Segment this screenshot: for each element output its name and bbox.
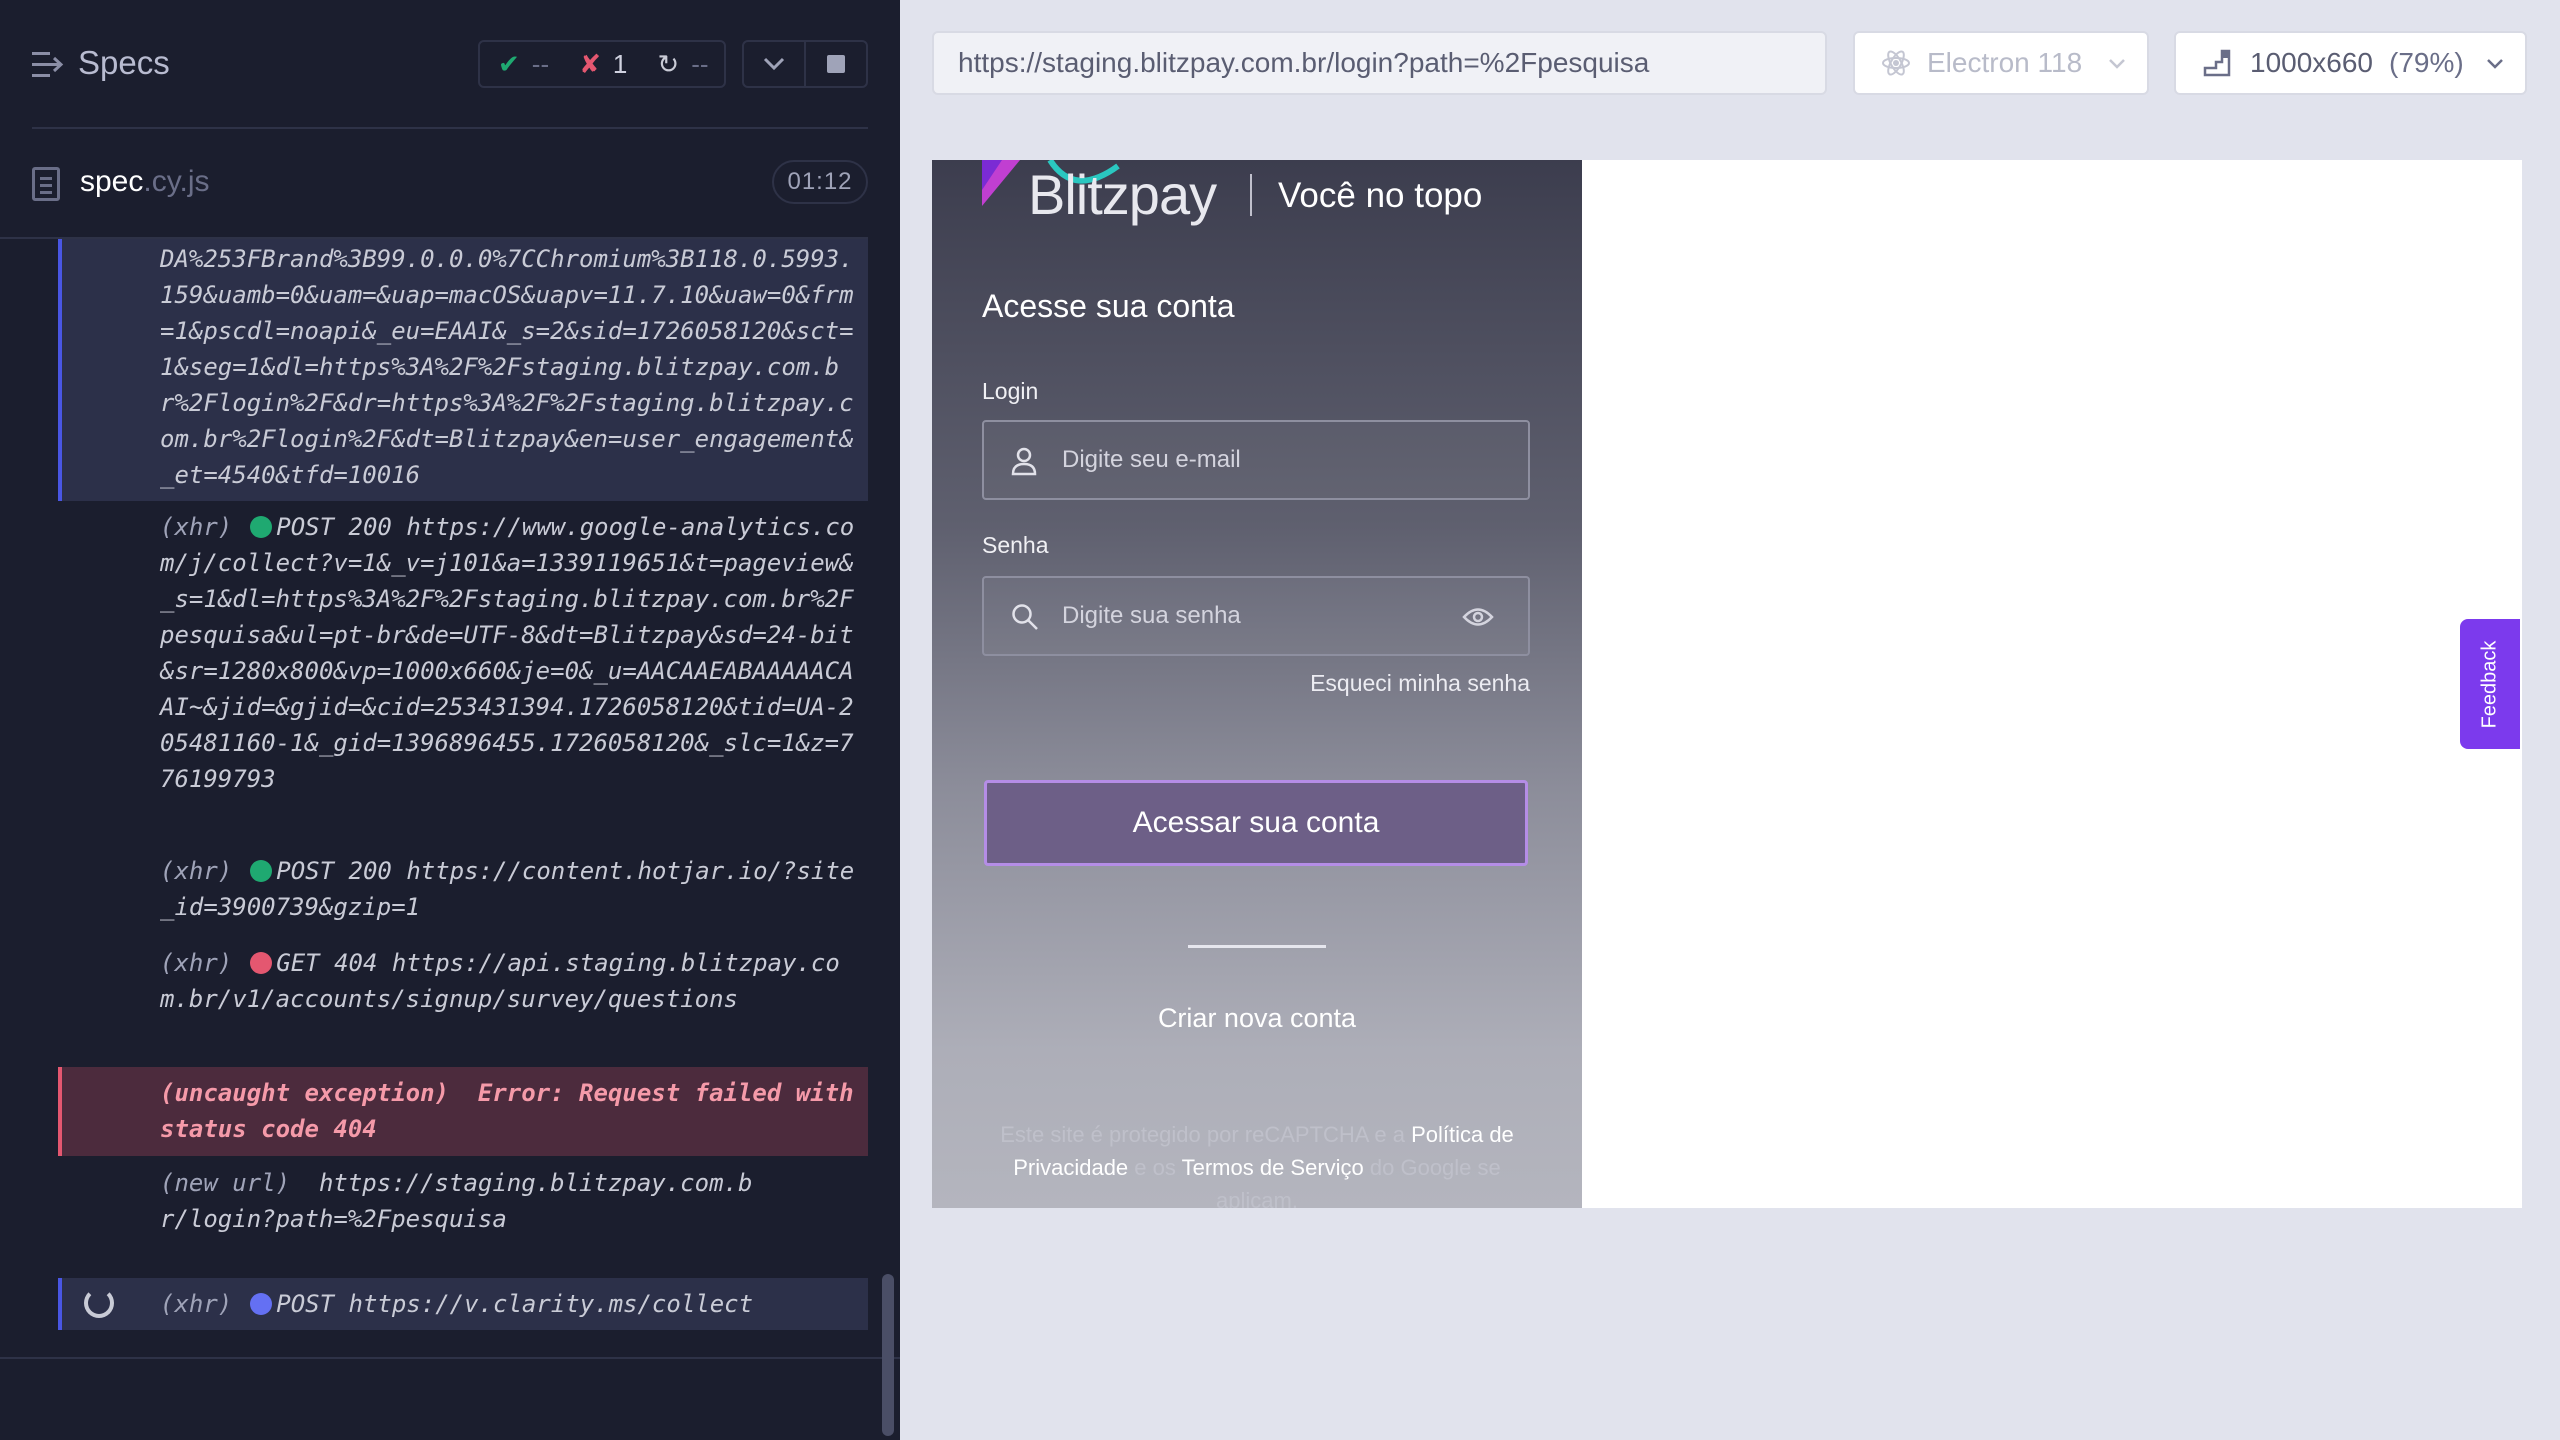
command-log: DA%253FBrand%3B99.0.0.0%7CChromium%3B118… [58, 239, 868, 1334]
password-label: Senha [982, 532, 1049, 558]
pending-stat: ↻ -- [657, 49, 708, 80]
command-method: POST [276, 857, 335, 885]
status-dot [250, 952, 273, 974]
command-method: POST [276, 513, 335, 541]
failed-stat: ✘ 1 [579, 49, 627, 80]
command-message: DA%253FBrand%3B99.0.0.0%7CChromium%3B118… [160, 245, 854, 489]
specs-menu-icon[interactable] [32, 48, 64, 82]
status-dot [250, 1293, 273, 1315]
spinner-icon [84, 1288, 114, 1318]
app-viewport: Blitzpay Você no topo Acesse sua conta L… [932, 160, 2522, 1208]
command-url: https://v.clarity.ms/collect [348, 1290, 754, 1318]
stop-button[interactable] [804, 42, 866, 86]
chevron-down-icon [2109, 59, 2125, 69]
x-icon: ✘ [579, 49, 601, 79]
command-url: https://www.google-analytics.com/j/colle… [160, 513, 855, 793]
spinner-icon: ↻ [657, 49, 680, 79]
password-field[interactable]: Digite sua senha [982, 576, 1530, 656]
command-log-item[interactable]: (xhr) POST 200 https://content.hotjar.io/… [58, 853, 868, 933]
file-icon [32, 167, 60, 201]
feedback-label: Feedback [2478, 640, 2501, 728]
spec-file-base: spec [80, 165, 144, 198]
electron-icon [1882, 50, 1910, 76]
stop-icon [827, 55, 845, 73]
command-name: (xhr) [160, 949, 233, 977]
form-title: Acesse sua conta [982, 288, 1235, 324]
spec-duration: 01:12 [772, 160, 868, 204]
recaptcha-text: e os [1128, 1155, 1182, 1180]
tagline: Você no topo [1278, 176, 1483, 215]
forgot-password-link[interactable]: Esqueci minha senha [1310, 670, 1530, 697]
login-submit-button[interactable]: Acessar sua conta [984, 780, 1528, 866]
pending-count: -- [691, 48, 709, 79]
user-icon [1011, 447, 1037, 476]
chevron-down-icon [763, 57, 785, 71]
scrollbar[interactable] [882, 1274, 894, 1436]
passed-count: -- [531, 48, 550, 79]
email-placeholder: Digite seu e-mail [1062, 446, 1241, 473]
spec-file-ext: .cy.js [143, 165, 210, 198]
status-dot [250, 860, 273, 882]
blitzpay-logo-icon [982, 160, 1020, 206]
brand-name: Blitzpay [1028, 163, 1217, 226]
search-icon [1012, 604, 1038, 630]
reporter-panel: Specs ✔ -- ✘ 1 ↻ -- spec.cy.js 01:12 DA%… [0, 0, 900, 1440]
brand-separator [1250, 174, 1252, 216]
chevron-down-icon [2487, 59, 2503, 69]
url-bar[interactable]: https://staging.blitzpay.com.br/login?pa… [932, 31, 1827, 95]
command-log-item[interactable]: (new url) https://staging.blitzpay.com.b… [58, 1165, 868, 1277]
login-panel: Blitzpay Você no topo Acesse sua conta L… [932, 160, 1582, 1208]
test-stats: ✔ -- ✘ 1 ↻ -- [478, 40, 726, 88]
command-name: (uncaught exception) [160, 1079, 449, 1107]
run-controls [742, 40, 868, 88]
recaptcha-notice: Este site é protegido por reCAPTCHA e a … [982, 1118, 1532, 1208]
command-name: (new url) [160, 1169, 291, 1197]
command-method: POST [276, 1290, 335, 1318]
command-name: (xhr) [160, 513, 233, 541]
feedback-button[interactable]: Feedback [2460, 619, 2520, 749]
command-log-item[interactable]: DA%253FBrand%3B99.0.0.0%7CChromium%3B118… [58, 239, 868, 501]
command-log-item[interactable]: (xhr) GET 404 https://api.staging.blitzpa… [58, 945, 868, 1059]
specs-label[interactable]: Specs [78, 44, 170, 82]
divider [1188, 945, 1326, 948]
browser-name: Electron 118 [1927, 47, 2083, 78]
email-field[interactable]: Digite seu e-mail [982, 420, 1530, 500]
recaptcha-text: Este site é protegido por reCAPTCHA e a [1000, 1122, 1412, 1147]
status-dot [250, 516, 273, 538]
divider [32, 127, 868, 129]
command-status: 404 [334, 949, 378, 977]
eye-icon[interactable] [1462, 606, 1494, 628]
spec-row[interactable]: spec.cy.js 01:12 [0, 145, 900, 220]
reporter-header: Specs ✔ -- ✘ 1 ↻ -- [0, 0, 900, 130]
viewport-scale: (79%) [2389, 47, 2464, 78]
command-log-item[interactable]: (xhr) POST 200 https://www.google-analyti… [58, 509, 868, 859]
terms-of-service-link[interactable]: Termos de Serviço [1182, 1155, 1364, 1180]
check-icon: ✔ [498, 49, 520, 79]
viewport-size: 1000x660 [2250, 47, 2374, 78]
password-placeholder: Digite sua senha [1062, 602, 1241, 629]
spec-name: spec.cy.js [80, 165, 209, 199]
passed-stat: ✔ -- [498, 49, 549, 80]
command-status: 200 [348, 513, 392, 541]
browser-select[interactable]: Electron 118 [1853, 31, 2149, 95]
viewport-select[interactable]: 1000x660 (79%) [2174, 31, 2527, 95]
command-name: (xhr) [160, 1290, 233, 1318]
login-label: Login [982, 378, 1039, 404]
expand-button[interactable] [744, 42, 804, 86]
viewport-icon [2203, 49, 2231, 77]
failed-count: 1 [612, 48, 628, 79]
error-log-item[interactable]: (uncaught exception) Error: Request fail… [58, 1067, 868, 1156]
command-log-item[interactable]: (xhr) POST https://v.clarity.ms/collect [58, 1278, 868, 1330]
command-status: 200 [348, 857, 392, 885]
brand-header: Blitzpay Você no topo [982, 160, 1542, 230]
create-account-link[interactable]: Criar nova conta [932, 1003, 1582, 1034]
divider [0, 1357, 900, 1359]
command-name: (xhr) [160, 857, 233, 885]
command-method: GET [276, 949, 320, 977]
